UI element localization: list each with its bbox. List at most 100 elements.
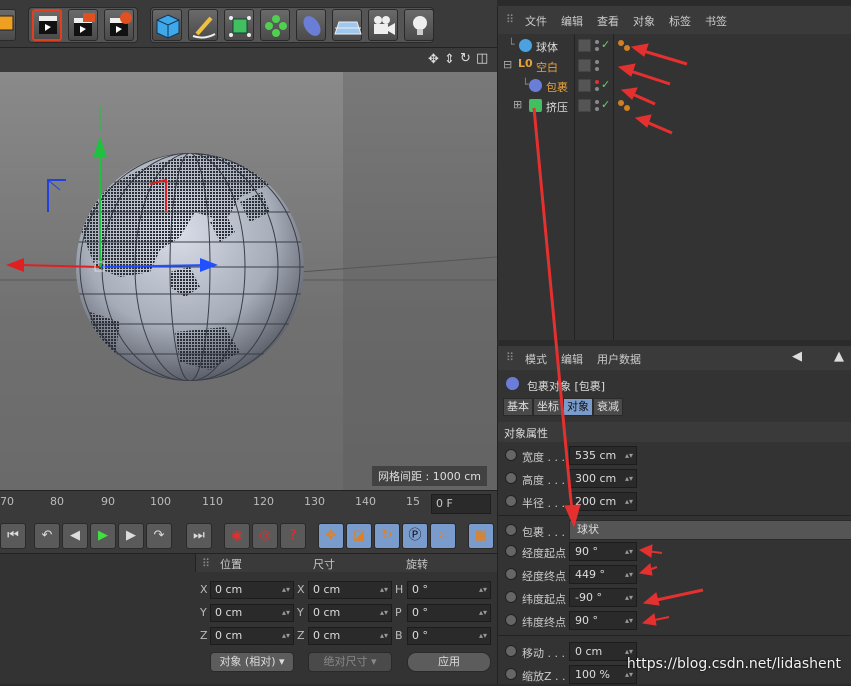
render-visibility-dot[interactable]: [595, 67, 599, 71]
radius-field[interactable]: 200 cm▴▾: [569, 492, 637, 511]
coordinate-mode-select[interactable]: 对象 (相对) ▾: [210, 652, 294, 672]
position-z-field[interactable]: 0 cm▴▾: [210, 627, 294, 645]
animate-radio[interactable]: [505, 472, 517, 484]
size-mode-select[interactable]: 绝对尺寸 ▾: [308, 652, 392, 672]
deformer-icon[interactable]: [296, 9, 326, 41]
rotation-h-field[interactable]: 0 °▴▾: [407, 581, 491, 599]
animate-radio[interactable]: [505, 645, 517, 657]
render-view-icon[interactable]: [32, 9, 62, 41]
tab-falloff[interactable]: 衰减: [593, 398, 623, 416]
light-bulb-icon[interactable]: [404, 9, 434, 41]
animate-radio[interactable]: [505, 524, 517, 536]
timeline-ruler[interactable]: 70 80 90 100 110 120 130 140 15 0 F: [0, 490, 497, 518]
render-settings-icon[interactable]: [104, 9, 134, 41]
menu-user-data[interactable]: 用户数据: [597, 351, 641, 367]
animate-radio[interactable]: [505, 568, 517, 580]
size-x-field[interactable]: 0 cm▴▾: [308, 581, 392, 599]
material-tag-icon[interactable]: [618, 40, 624, 46]
menu-mode[interactable]: 模式: [525, 351, 547, 367]
width-field[interactable]: 535 cm▴▾: [569, 446, 637, 465]
menu-objects[interactable]: 对象: [633, 13, 655, 29]
parameter-key-icon[interactable]: Ⓟ: [402, 523, 428, 549]
longitude-end-field[interactable]: 449 °▴▾: [569, 565, 637, 584]
collapse-icon[interactable]: ⊟: [503, 58, 512, 71]
size-y-field[interactable]: 0 cm▴▾: [308, 604, 392, 622]
animate-radio[interactable]: [505, 614, 517, 626]
object-row-extrude[interactable]: ⊞ 挤压 ✓: [498, 96, 851, 116]
layer-box[interactable]: [578, 99, 591, 112]
material-tag-icon[interactable]: [624, 45, 630, 51]
auto-keying-icon[interactable]: ◎: [252, 523, 278, 549]
previous-key-icon[interactable]: ↶: [34, 523, 60, 549]
record-keys-icon[interactable]: ◉: [224, 523, 250, 549]
cube-edge-icon[interactable]: [0, 9, 16, 41]
size-z-field[interactable]: 0 cm▴▾: [308, 627, 392, 645]
go-to-end-icon[interactable]: ⏭: [186, 523, 212, 549]
array-generator-icon[interactable]: [260, 9, 290, 41]
tab-object[interactable]: 对象: [563, 398, 593, 416]
pen-spline-icon[interactable]: [188, 9, 218, 41]
point-level-icon[interactable]: ⁙: [430, 523, 456, 549]
rotate-key-icon[interactable]: ↻: [374, 523, 400, 549]
material-tag-icon[interactable]: [618, 100, 624, 106]
editor-visibility-dot[interactable]: [595, 60, 599, 64]
tab-coord[interactable]: 坐标: [533, 398, 563, 416]
menu-tags[interactable]: 标签: [669, 13, 691, 29]
layer-box[interactable]: [578, 59, 591, 72]
cube-primitive-icon[interactable]: [152, 9, 182, 41]
editor-visibility-dot[interactable]: [595, 40, 599, 44]
previous-frame-icon[interactable]: ◀: [62, 523, 88, 549]
render-picture-queue-icon[interactable]: [68, 9, 98, 41]
enabled-check-icon[interactable]: ✓: [601, 38, 610, 51]
back-arrow-icon[interactable]: ◀: [792, 349, 802, 364]
apply-button[interactable]: 应用: [407, 652, 491, 672]
editor-visibility-dot[interactable]: [595, 100, 599, 104]
animate-radio[interactable]: [505, 545, 517, 557]
play-icon[interactable]: ▶: [90, 523, 116, 549]
rotation-b-field[interactable]: 0 °▴▾: [407, 627, 491, 645]
animate-radio[interactable]: [505, 495, 517, 507]
scale-key-icon[interactable]: ◪: [346, 523, 372, 549]
animate-radio[interactable]: [505, 591, 517, 603]
latitude-end-field[interactable]: 90 °▴▾: [569, 611, 637, 630]
wrap-mode-select[interactable]: 球状: [569, 520, 851, 540]
keyframe-selection-icon[interactable]: ?: [280, 523, 306, 549]
menu-edit[interactable]: 编辑: [561, 13, 583, 29]
up-arrow-icon[interactable]: ▲: [834, 349, 844, 364]
move-key-icon[interactable]: ✥: [318, 523, 344, 549]
tab-basic[interactable]: 基本: [503, 398, 533, 416]
current-frame-field[interactable]: 0 F: [431, 494, 491, 514]
height-field[interactable]: 300 cm▴▾: [569, 469, 637, 488]
object-row-wrap[interactable]: └ 包裹 ✓: [498, 76, 851, 96]
maximize-view-icon[interactable]: ◫: [476, 51, 488, 66]
position-y-field[interactable]: 0 cm▴▾: [210, 604, 294, 622]
enabled-check-icon[interactable]: ✓: [601, 98, 610, 111]
move-view-icon[interactable]: ✥: [428, 52, 439, 67]
menu-bookmarks[interactable]: 书签: [705, 13, 727, 29]
position-x-field[interactable]: 0 cm▴▾: [210, 581, 294, 599]
film-strip-icon[interactable]: ▦: [468, 523, 494, 549]
menu-edit[interactable]: 编辑: [561, 351, 583, 367]
go-to-end-left-icon[interactable]: ⏮: [0, 523, 26, 549]
render-visibility-dot[interactable]: [595, 47, 599, 51]
rotate-view-icon[interactable]: ↻: [460, 51, 471, 66]
latitude-start-field[interactable]: -90 °▴▾: [569, 588, 637, 607]
editor-visibility-dot[interactable]: [595, 80, 599, 84]
material-tag-icon[interactable]: [624, 105, 630, 111]
floor-scene-icon[interactable]: [332, 9, 362, 41]
enabled-check-icon[interactable]: ✓: [601, 78, 610, 91]
object-row-sphere[interactable]: └ 球体 ✓: [498, 36, 851, 56]
next-key-icon[interactable]: ↷: [146, 523, 172, 549]
subdivision-icon[interactable]: [224, 9, 254, 41]
expand-icon[interactable]: ⊞: [513, 98, 522, 111]
render-visibility-dot[interactable]: [595, 87, 599, 91]
animate-radio[interactable]: [505, 668, 517, 680]
camera-icon[interactable]: [368, 9, 398, 41]
animate-radio[interactable]: [505, 449, 517, 461]
layer-box[interactable]: [578, 79, 591, 92]
scroll-view-icon[interactable]: ⇕: [444, 52, 455, 67]
rotation-p-field[interactable]: 0 °▴▾: [407, 604, 491, 622]
next-frame-icon[interactable]: ▶: [118, 523, 144, 549]
longitude-start-field[interactable]: 90 °▴▾: [569, 542, 637, 561]
layer-box[interactable]: [578, 39, 591, 52]
